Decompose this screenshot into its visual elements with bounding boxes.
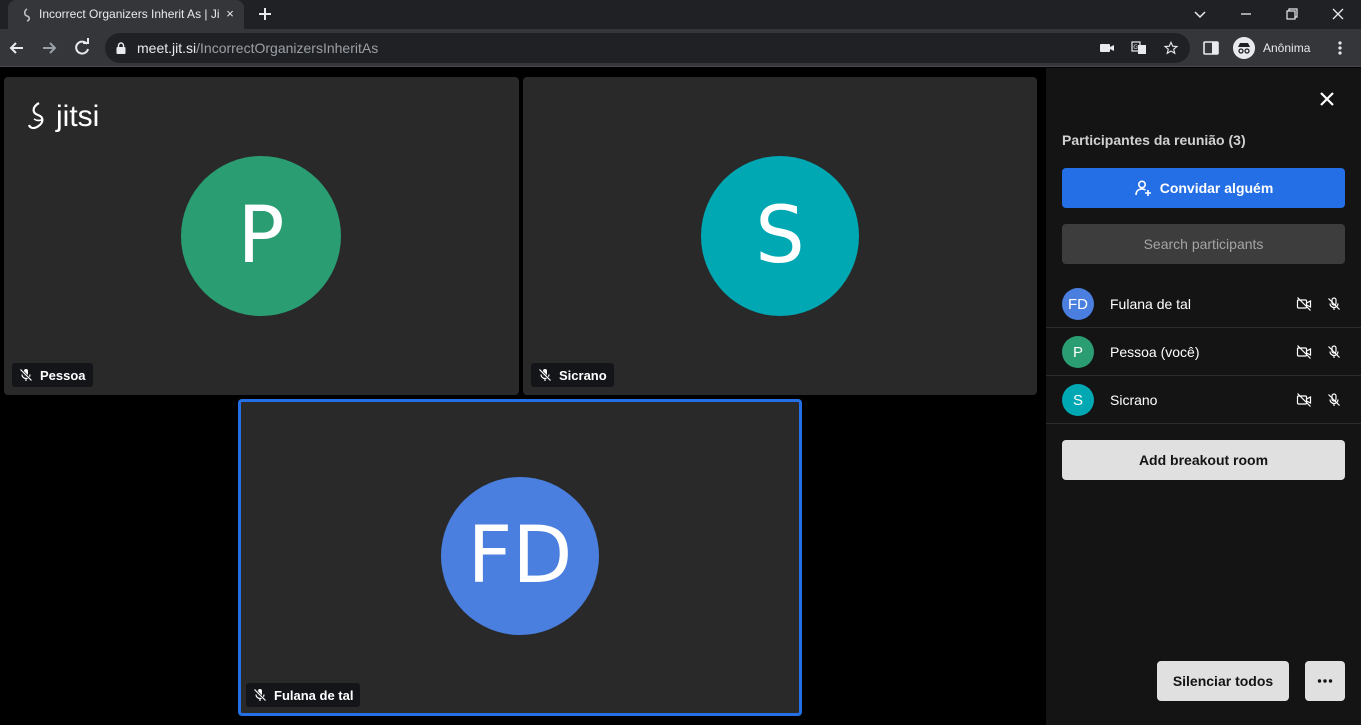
participant-name: Pessoa xyxy=(40,367,86,383)
back-icon[interactable] xyxy=(6,37,28,59)
mic-off-icon xyxy=(19,368,33,382)
avatar-large: FD xyxy=(441,477,599,635)
invite-button[interactable]: Convidar alguém xyxy=(1062,168,1345,208)
display-name-label: Fulana de tal xyxy=(246,683,361,707)
tab-title: Incorrect Organizers Inherit As | Jitsi … xyxy=(39,7,219,21)
camera-in-use-icon[interactable] xyxy=(1099,41,1115,55)
incognito-icon xyxy=(1233,37,1255,59)
participant-item[interactable]: S Sicrano xyxy=(1046,376,1361,424)
panel-title: Participantes da reunião (3) xyxy=(1062,132,1246,148)
camera-off-icon xyxy=(1296,297,1312,311)
participant-avatar: FD xyxy=(1062,288,1094,320)
reload-icon[interactable] xyxy=(71,37,93,59)
add-breakout-room-button[interactable]: Add breakout room xyxy=(1062,440,1345,480)
display-name-label: Pessoa xyxy=(12,363,93,387)
avatar-large: S xyxy=(701,156,859,316)
video-stage: jitsi P Pessoa S Sicrano FD Fulana de ta… xyxy=(0,68,1046,725)
camera-off-icon xyxy=(1296,393,1312,407)
url-host: meet.jit.si xyxy=(137,40,197,56)
video-tile-pessoa[interactable]: jitsi P Pessoa xyxy=(4,77,519,395)
avatar-initials: FD xyxy=(467,511,573,601)
tab-search-chevron-icon[interactable] xyxy=(1190,4,1210,24)
mic-off-icon xyxy=(1328,345,1340,358)
new-tab-icon[interactable] xyxy=(256,5,274,23)
search-participants-input[interactable] xyxy=(1062,224,1345,264)
video-tile-fulana-de-tal[interactable]: FD Fulana de tal xyxy=(238,399,802,716)
browser-toolbar: meet.jit.si/IncorrectOrganizersInheritAs… xyxy=(0,29,1361,67)
translate-icon[interactable]: G xyxy=(1131,41,1147,55)
more-horizontal-icon xyxy=(1317,679,1333,683)
more-options-button[interactable] xyxy=(1305,661,1345,701)
participant-avatar-initials: P xyxy=(1072,343,1083,361)
participants-panel: Participantes da reunião (3) Convidar al… xyxy=(1046,68,1361,725)
lock-icon[interactable] xyxy=(116,42,126,54)
close-icon[interactable] xyxy=(1314,86,1340,112)
avatar-large: P xyxy=(181,156,341,316)
participant-avatar: P xyxy=(1062,336,1094,368)
video-tile-sicrano[interactable]: S Sicrano xyxy=(523,77,1037,395)
url-path: /IncorrectOrganizersInheritAs xyxy=(196,40,379,56)
mic-off-icon xyxy=(253,688,267,702)
mic-off-icon xyxy=(538,368,552,382)
participant-item-name: Fulana de tal xyxy=(1110,296,1191,312)
participant-item[interactable]: P Pessoa (você) xyxy=(1046,328,1361,376)
browser-menu-icon[interactable] xyxy=(1331,39,1349,57)
profile-button[interactable]: Anônima xyxy=(1229,34,1321,62)
jitsi-watermark-icon xyxy=(27,102,44,130)
svg-text:G: G xyxy=(1133,44,1138,51)
minimize-icon[interactable] xyxy=(1236,4,1256,24)
display-name-label: Sicrano xyxy=(531,363,614,387)
participant-item[interactable]: FD Fulana de tal xyxy=(1046,280,1361,328)
jitsi-favicon-icon xyxy=(23,8,31,22)
participant-list: FD Fulana de tal P Pessoa (você) S Sicra… xyxy=(1046,280,1361,424)
participant-avatar-initials: FD xyxy=(1068,295,1088,313)
profile-label: Anônima xyxy=(1263,41,1311,55)
participant-avatar: S xyxy=(1062,384,1094,416)
participant-item-name: Sicrano xyxy=(1110,392,1158,408)
browser-tab[interactable]: Incorrect Organizers Inherit As | Jitsi … xyxy=(8,0,244,29)
side-panel-icon[interactable] xyxy=(1202,39,1220,57)
forward-icon[interactable] xyxy=(38,37,60,59)
avatar-initials: P xyxy=(237,191,285,281)
invite-label: Convidar alguém xyxy=(1159,180,1274,196)
url-text[interactable]: meet.jit.si/IncorrectOrganizersInheritAs xyxy=(137,40,378,56)
avatar-initials: S xyxy=(755,191,805,281)
add-person-icon xyxy=(1134,180,1151,196)
jitsi-logo-text: jitsi xyxy=(56,100,100,133)
mic-off-icon xyxy=(1328,393,1340,406)
participant-item-name: Pessoa (você) xyxy=(1110,344,1200,360)
mic-off-icon xyxy=(1328,297,1340,310)
tab-close-icon[interactable]: × xyxy=(222,6,238,22)
address-bar[interactable]: meet.jit.si/IncorrectOrganizersInheritAs… xyxy=(105,33,1190,63)
participant-name: Fulana de tal xyxy=(274,687,354,703)
bookmark-star-icon[interactable] xyxy=(1163,41,1179,55)
camera-off-icon xyxy=(1296,345,1312,359)
participant-avatar-initials: S xyxy=(1072,391,1083,409)
window-close-icon[interactable] xyxy=(1328,4,1348,24)
restore-icon[interactable] xyxy=(1282,4,1302,24)
mute-all-button[interactable]: Silenciar todos xyxy=(1157,661,1289,701)
jitsi-logo: jitsi xyxy=(26,99,106,135)
participant-name: Sicrano xyxy=(559,367,607,383)
browser-tab-strip: Incorrect Organizers Inherit As | Jitsi … xyxy=(0,0,1361,29)
